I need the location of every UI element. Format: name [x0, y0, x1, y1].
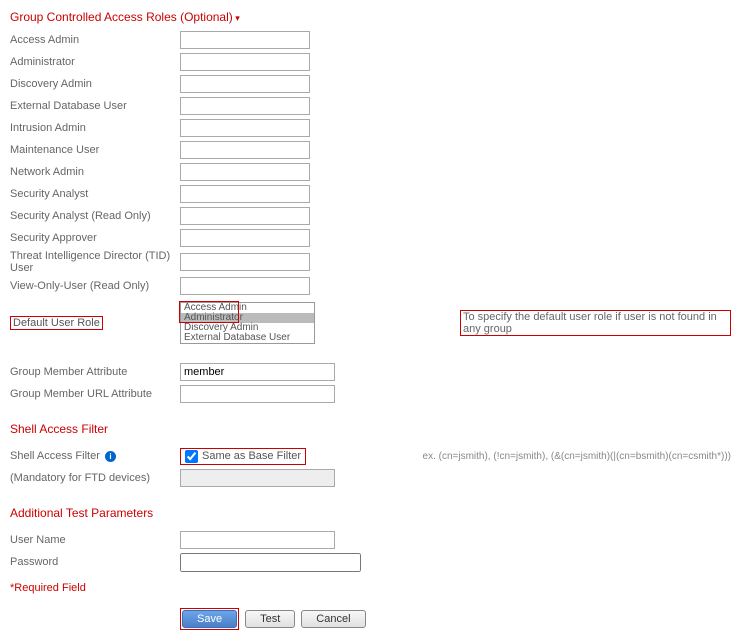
input-group-member-attr[interactable] — [180, 363, 335, 381]
label-administrator: Administrator — [10, 56, 180, 68]
input-shell-filter — [180, 469, 335, 487]
input-security-analyst-ro[interactable] — [180, 207, 310, 225]
input-view-only-ro[interactable] — [180, 277, 310, 295]
label-group-member-url-attr: Group Member URL Attribute — [10, 388, 180, 400]
label-discovery-admin: Discovery Admin — [10, 78, 180, 90]
section-header-group-roles[interactable]: Group Controlled Access Roles (Optional) — [10, 10, 731, 24]
input-username[interactable] — [180, 531, 335, 549]
checkbox-same-as-base-filter[interactable] — [185, 450, 198, 463]
label-security-analyst-ro: Security Analyst (Read Only) — [10, 210, 180, 222]
label-password: Password — [10, 556, 180, 568]
input-network-admin[interactable] — [180, 163, 310, 181]
label-mandatory-ftd: (Mandatory for FTD devices) — [10, 472, 180, 484]
label-network-admin: Network Admin — [10, 166, 180, 178]
section-header-shell-filter: Shell Access Filter — [10, 422, 731, 436]
input-group-member-url-attr[interactable] — [180, 385, 335, 403]
input-intrusion-admin[interactable] — [180, 119, 310, 137]
role-option-external-db-user[interactable]: External Database User — [181, 333, 314, 343]
label-default-user-role: Default User Role — [10, 316, 103, 330]
label-security-approver: Security Approver — [10, 232, 180, 244]
input-access-admin[interactable] — [180, 31, 310, 49]
shell-filter-example: ex. (cn=jsmith), (!cn=jsmith), (&(cn=jsm… — [423, 451, 731, 462]
label-external-db-user: External Database User — [10, 100, 180, 112]
input-administrator[interactable] — [180, 53, 310, 71]
default-role-note: To specify the default user role if user… — [460, 310, 731, 336]
label-tid-user: Threat Intelligence Director (TID) User — [10, 250, 180, 274]
input-security-analyst[interactable] — [180, 185, 310, 203]
checkbox-label-same-as-base: Same as Base Filter — [202, 450, 301, 462]
label-access-admin: Access Admin — [10, 34, 180, 46]
section-header-test-params: Additional Test Parameters — [10, 506, 731, 520]
label-maintenance-user: Maintenance User — [10, 144, 180, 156]
input-external-db-user[interactable] — [180, 97, 310, 115]
label-shell-access-filter: Shell Access Filter — [10, 450, 100, 462]
input-security-approver[interactable] — [180, 229, 310, 247]
default-user-role-listbox[interactable]: Access Admin Administrator Discovery Adm… — [180, 302, 315, 344]
label-view-only-ro: View-Only-User (Read Only) — [10, 280, 180, 292]
input-password[interactable] — [180, 553, 361, 572]
info-icon[interactable]: i — [105, 451, 116, 462]
input-discovery-admin[interactable] — [180, 75, 310, 93]
required-field-note: *Required Field — [10, 582, 731, 594]
label-username: User Name — [10, 534, 180, 546]
cancel-button[interactable]: Cancel — [301, 610, 365, 628]
test-button[interactable]: Test — [245, 610, 295, 628]
label-intrusion-admin: Intrusion Admin — [10, 122, 180, 134]
label-security-analyst: Security Analyst — [10, 188, 180, 200]
save-button[interactable]: Save — [182, 610, 237, 628]
input-tid-user[interactable] — [180, 253, 310, 271]
input-maintenance-user[interactable] — [180, 141, 310, 159]
label-group-member-attr: Group Member Attribute — [10, 366, 180, 378]
